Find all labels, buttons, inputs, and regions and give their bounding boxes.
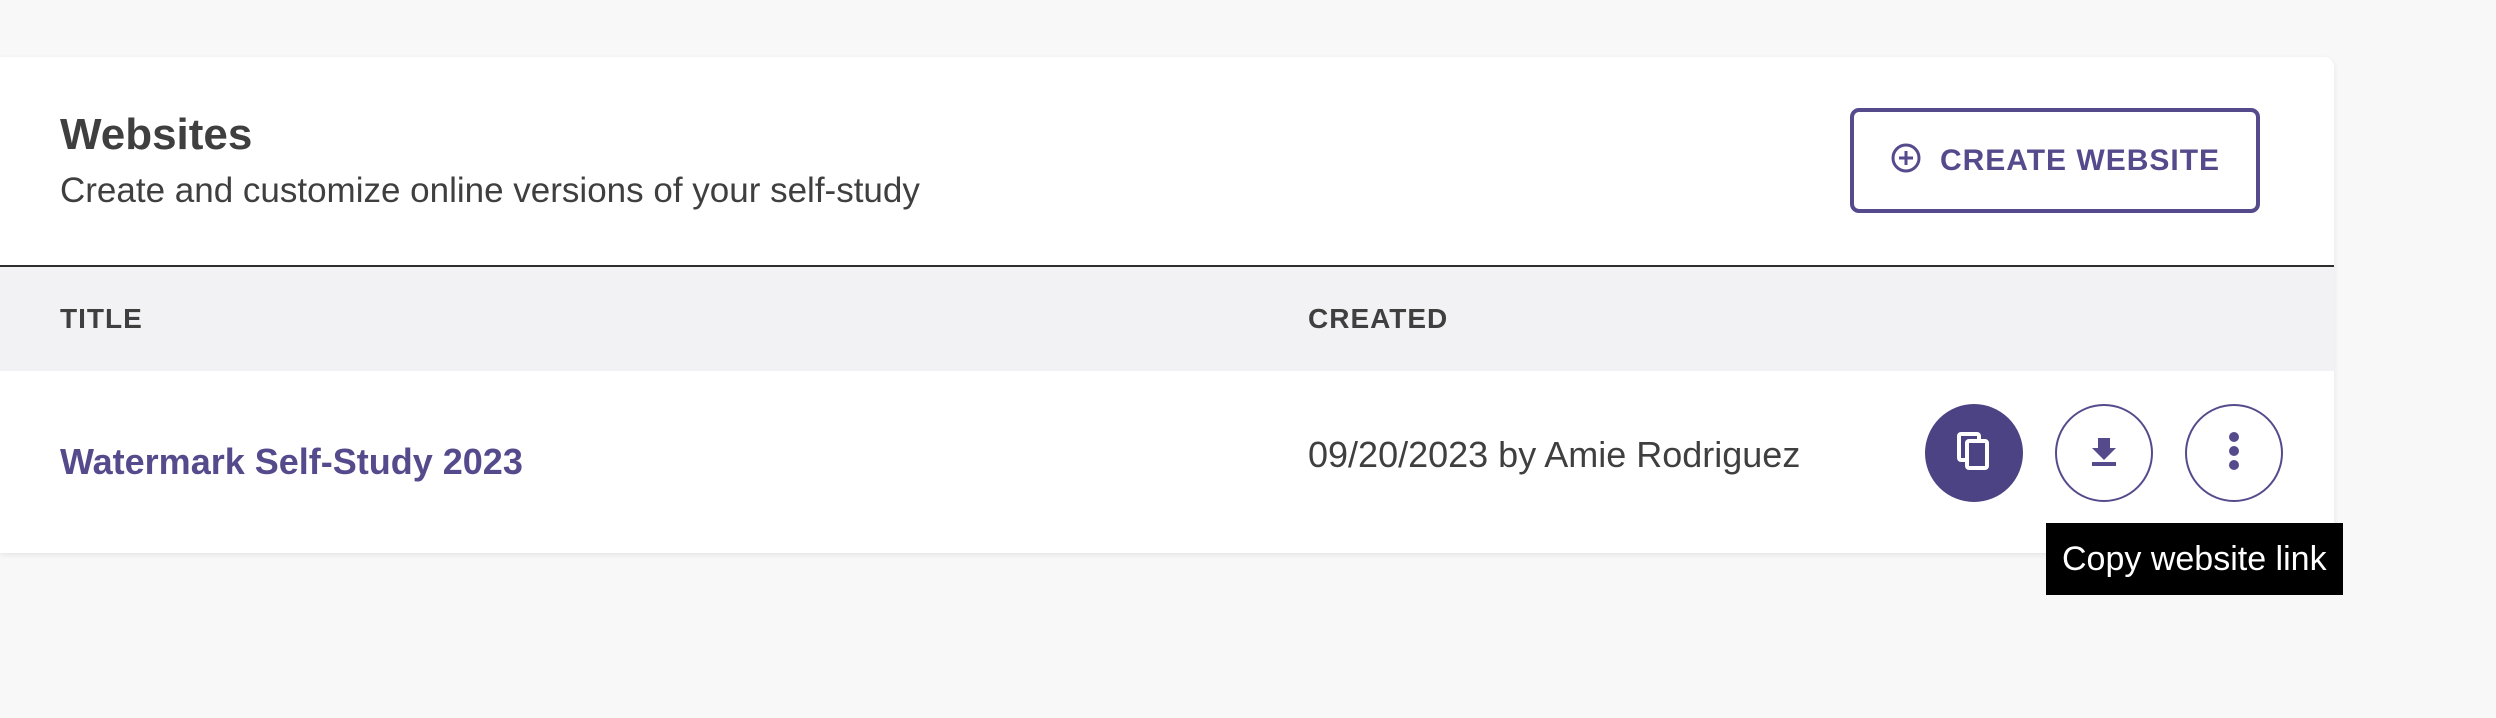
table-header: TITLE CREATED	[0, 267, 2334, 371]
more-actions-button[interactable]	[2185, 404, 2283, 502]
website-title-link[interactable]: Watermark Self-Study 2023	[60, 371, 523, 553]
copy-icon	[1952, 429, 1996, 478]
plus-circle-icon	[1890, 142, 1922, 179]
more-vertical-icon	[2228, 431, 2240, 476]
download-button[interactable]	[2055, 404, 2153, 502]
page-subtitle: Create and customize online versions of …	[60, 171, 920, 210]
create-website-label: CREATE WEBSITE	[1939, 143, 2221, 177]
download-icon	[2087, 434, 2121, 473]
copy-link-tooltip: Copy website link	[2046, 523, 2343, 595]
column-header-created: CREATED	[1308, 303, 1449, 334]
copy-link-button[interactable]	[1925, 404, 2023, 502]
page-title: Websites	[60, 110, 253, 159]
create-website-button[interactable]: CREATE WEBSITE	[1850, 108, 2260, 213]
created-info: 09/20/2023 by Amie Rodriguez	[1308, 434, 1801, 475]
card-header: Websites Create and customize online ver…	[0, 57, 2334, 267]
column-header-title: TITLE	[60, 303, 143, 334]
